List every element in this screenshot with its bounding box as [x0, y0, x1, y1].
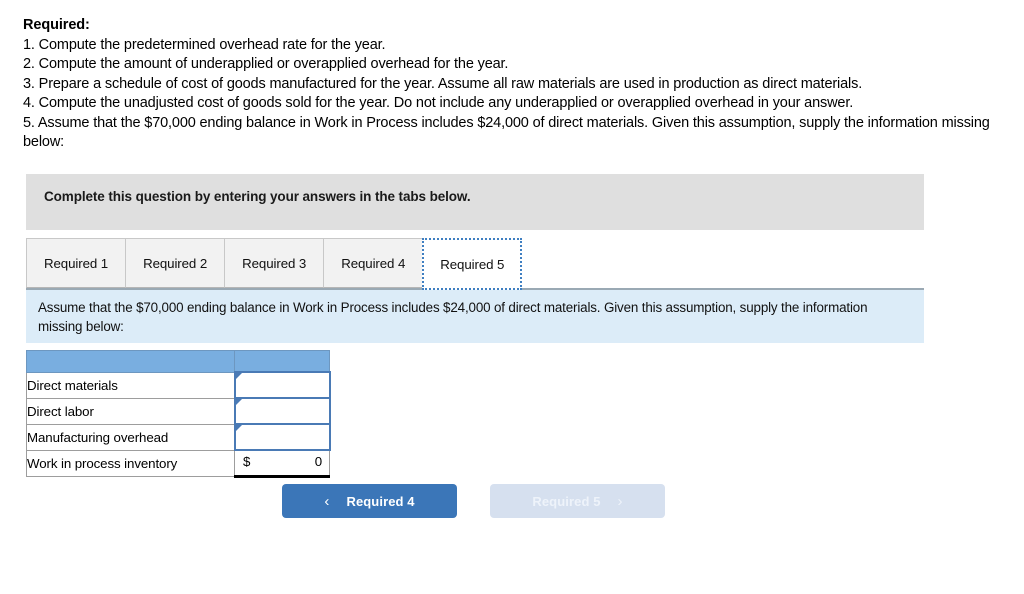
answer-table: Direct materials Direct labor Manufactur… [26, 350, 331, 478]
instruction-banner-text: Complete this question by entering your … [44, 189, 471, 204]
comment-flag-icon [235, 399, 242, 405]
cell-direct-materials[interactable] [233, 371, 331, 399]
prev-required-4-button[interactable]: ‹ Required 4 [282, 484, 457, 518]
currency-symbol: $ [243, 454, 251, 469]
tab-required-5[interactable]: Required 5 [422, 238, 523, 290]
navigation-buttons: ‹ Required 4 Required 5 › [282, 484, 665, 518]
row-label-manufacturing-overhead: Manufacturing overhead [26, 423, 235, 451]
requirements-block: Required: 1. Compute the predetermined o… [23, 16, 1018, 153]
chevron-right-icon: › [617, 492, 623, 510]
row-label-work-in-process-inventory: Work in process inventory [26, 449, 235, 477]
question-note-panel: Assume that the $70,000 ending balance i… [26, 290, 924, 343]
table-row: Direct labor [26, 397, 331, 425]
row-label-direct-materials: Direct materials [26, 371, 235, 399]
tab-required-1[interactable]: Required 1 [26, 238, 127, 288]
table-header-row [26, 350, 330, 373]
table-row: Manufacturing overhead [26, 423, 331, 451]
question-note-text: Assume that the $70,000 ending balance i… [38, 300, 868, 334]
comment-flag-icon [235, 373, 242, 379]
input-manufacturing-overhead[interactable] [235, 425, 329, 449]
tab-required-3[interactable]: Required 3 [224, 238, 325, 288]
requirement-item-4: 4. Compute the unadjusted cost of goods … [23, 95, 854, 112]
next-button-label: Required 5 [532, 493, 601, 509]
table-row: Direct materials [26, 371, 331, 399]
prev-button-label: Required 4 [346, 493, 415, 509]
comment-flag-icon [235, 425, 242, 431]
tab-required-2[interactable]: Required 2 [125, 238, 226, 288]
next-required-5-button[interactable]: Required 5 › [490, 484, 665, 518]
table-row: Work in process inventory $ 0 [26, 449, 330, 478]
requirement-item-3: 3. Prepare a schedule of cost of goods m… [23, 75, 863, 92]
requirement-item-2: 2. Compute the amount of underapplied or… [23, 56, 509, 73]
table-header-value-cell [234, 350, 330, 373]
table-header-label-cell [26, 350, 235, 373]
cell-direct-labor[interactable] [233, 397, 331, 425]
requirement-item-5: 5. Assume that the $70,000 ending balanc… [23, 114, 994, 151]
work-in-process-total-value: 0 [314, 454, 322, 469]
cell-work-in-process-total: $ 0 [234, 449, 330, 478]
instruction-banner: Complete this question by entering your … [26, 174, 924, 230]
requirement-tabs: Required 1 Required 2 Required 3 Require… [26, 238, 523, 290]
input-direct-materials[interactable] [235, 373, 329, 397]
input-direct-labor[interactable] [235, 399, 329, 423]
row-label-direct-labor: Direct labor [26, 397, 235, 425]
chevron-left-icon: ‹ [324, 492, 330, 510]
requirement-item-1: 1. Compute the predetermined overhead ra… [23, 36, 386, 53]
cell-manufacturing-overhead[interactable] [233, 423, 331, 451]
tab-required-4[interactable]: Required 4 [323, 238, 424, 288]
requirements-title: Required: [23, 17, 90, 33]
